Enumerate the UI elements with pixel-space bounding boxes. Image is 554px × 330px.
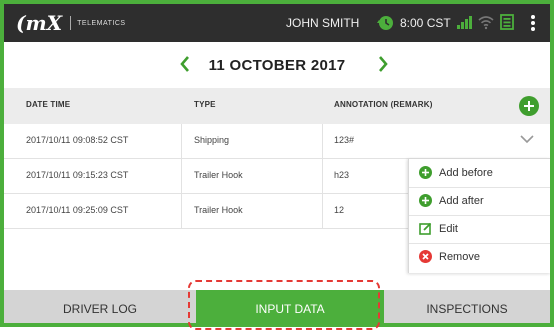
selected-date: 11 OCTOBER 2017	[208, 57, 346, 74]
edit-icon	[419, 222, 432, 235]
tab-inspections[interactable]: INSPECTIONS	[384, 290, 550, 323]
column-divider	[322, 194, 323, 228]
cell-annotation: 123#	[334, 135, 355, 145]
menu-item-label: Add before	[439, 167, 493, 179]
column-divider	[181, 159, 182, 193]
cell-type: Trailer Hook	[194, 170, 243, 180]
plus-circle-icon	[419, 166, 432, 179]
status-bar: (mX TELEMATICS JOHN SMITH 8:00 CST	[4, 4, 550, 42]
table-header: DATE TIME TYPE ANNOTATION (REMARK)	[4, 88, 550, 124]
plus-circle-icon	[419, 194, 432, 207]
tab-label: DRIVER LOG	[62, 302, 137, 316]
menu-item-add-before[interactable]: Add before	[409, 159, 550, 188]
row-context-menu: Add before Add after Edit Remove	[408, 158, 550, 273]
tab-label: INSPECTIONS	[426, 302, 508, 316]
column-divider	[181, 194, 182, 228]
app-frame: (mX TELEMATICS JOHN SMITH 8:00 CST 11 OC…	[0, 0, 554, 327]
document-icon[interactable]	[500, 14, 514, 30]
user-name[interactable]: JOHN SMITH	[286, 16, 359, 30]
clock-history-icon[interactable]	[376, 14, 394, 32]
add-entry-button[interactable]	[519, 96, 539, 116]
cell-type: Shipping	[194, 135, 230, 145]
cell-datetime: 2017/10/11 09:08:52 CST	[26, 135, 129, 145]
cell-datetime: 2017/10/11 09:25:09 CST	[26, 205, 129, 215]
tab-driver-log[interactable]: DRIVER LOG	[4, 290, 196, 323]
logo-mark: (mX	[16, 11, 63, 35]
cell-type: Trailer Hook	[194, 205, 243, 215]
signal-icon	[457, 16, 472, 29]
logo-text: TELEMATICS	[77, 19, 126, 27]
chevron-right-icon[interactable]	[376, 55, 390, 73]
column-divider	[322, 124, 323, 158]
table-row[interactable]: 2017/10/11 09:08:52 CST Shipping 123#	[4, 124, 550, 159]
menu-item-label: Edit	[439, 223, 458, 235]
more-vertical-icon[interactable]	[530, 14, 536, 32]
logo-divider	[70, 16, 72, 30]
column-header-type: TYPE	[194, 100, 216, 109]
menu-item-label: Add after	[439, 195, 484, 207]
chevron-down-icon[interactable]	[520, 134, 534, 144]
cell-annotation: h23	[334, 170, 350, 180]
current-time: 8:00 CST	[400, 16, 451, 30]
mix-telematics-logo: (mX TELEMATICS	[16, 11, 126, 35]
menu-item-remove[interactable]: Remove	[409, 243, 550, 271]
remove-circle-icon	[419, 250, 432, 263]
menu-item-add-after[interactable]: Add after	[409, 187, 550, 216]
column-header-datetime: DATE TIME	[26, 100, 71, 109]
date-navigation: 11 OCTOBER 2017	[4, 42, 550, 88]
column-header-annotation: ANNOTATION (REMARK)	[334, 100, 433, 109]
menu-item-edit[interactable]: Edit	[409, 215, 550, 244]
cell-annotation: 12	[334, 205, 345, 215]
column-divider	[322, 159, 323, 193]
cell-datetime: 2017/10/11 09:15:23 CST	[26, 170, 129, 180]
menu-item-label: Remove	[439, 251, 480, 263]
highlight-annotation	[188, 280, 380, 330]
column-divider	[181, 124, 182, 158]
wifi-icon	[478, 16, 494, 30]
